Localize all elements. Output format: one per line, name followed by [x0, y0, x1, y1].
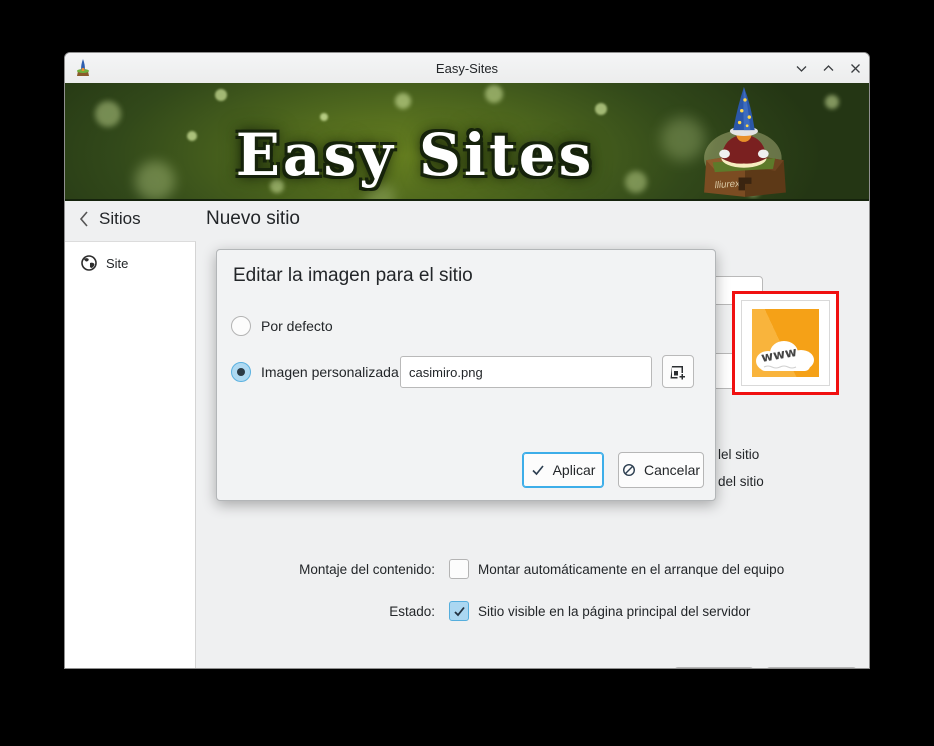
- site-image-thumbnail[interactable]: www: [732, 291, 839, 395]
- dialog-cancel-label: Cancelar: [644, 462, 700, 478]
- apply-button[interactable]: Aplicar: [674, 667, 754, 669]
- cancel-icon: [622, 463, 636, 477]
- image-filename-input[interactable]: [400, 356, 652, 388]
- back-label: Sitios: [99, 209, 141, 229]
- dialog-apply-button[interactable]: Aplicar: [522, 452, 604, 488]
- estado-row: Estado: Sitio visible en la página princ…: [196, 601, 869, 621]
- app-icon: [74, 58, 92, 78]
- mount-row: Montaje del contenido: Montar automática…: [196, 559, 869, 579]
- maximize-icon[interactable]: [820, 60, 836, 76]
- dialog-cancel-button[interactable]: Cancelar: [618, 452, 704, 488]
- mount-checkbox-label: Montar automáticamente en el arranque de…: [469, 562, 784, 577]
- browse-image-button[interactable]: [662, 355, 694, 388]
- app-banner: Easy Sites lliurex: [65, 83, 869, 201]
- radio-custom-image[interactable]: [231, 362, 251, 382]
- close-icon[interactable]: [847, 60, 863, 76]
- edit-image-dialog: Editar la imagen para el sitio Por defec…: [216, 249, 716, 501]
- mount-label: Montaje del contenido:: [196, 562, 449, 577]
- globe-icon: [81, 255, 97, 271]
- radio-custom-label: Imagen personalizada: [261, 364, 399, 380]
- estado-checkbox-label: Sitio visible en la página principal del…: [469, 604, 750, 619]
- titlebar[interactable]: Easy-Sites: [65, 53, 869, 83]
- check-icon: [453, 605, 466, 618]
- bokeh-dot: [215, 89, 227, 101]
- check-icon: [531, 463, 545, 477]
- estado-label: Estado:: [196, 604, 449, 619]
- radio-default-label: Por defecto: [261, 318, 333, 334]
- page-title: Nuevo sitio: [206, 208, 300, 230]
- www-cloud-image: www: [752, 309, 819, 377]
- window-title: Easy-Sites: [65, 61, 869, 76]
- bokeh-dot: [825, 95, 839, 109]
- minimize-icon[interactable]: [793, 60, 809, 76]
- bokeh-dot: [320, 113, 328, 121]
- clipped-label: lel sitio: [718, 447, 759, 462]
- banner-title: Easy Sites: [135, 121, 695, 189]
- wizard-mascot-icon: lliurex: [691, 87, 799, 199]
- sidebar-item-label: Site: [106, 256, 128, 271]
- insert-image-icon: [670, 364, 686, 380]
- sidebar-item-site[interactable]: Site: [65, 242, 195, 271]
- radio-default[interactable]: [231, 316, 251, 336]
- sidebar: Site: [65, 241, 196, 668]
- app-window: Easy-Sites Easy Sites: [64, 52, 870, 669]
- clipped-label: del sitio: [718, 474, 764, 489]
- bokeh-dot: [95, 101, 121, 127]
- bokeh-dot: [395, 93, 411, 109]
- estado-checkbox[interactable]: [449, 601, 469, 621]
- header-row: Sitios Nuevo sitio: [65, 201, 869, 241]
- chevron-left-icon: [78, 210, 90, 228]
- back-button[interactable]: Sitios: [78, 209, 141, 229]
- dialog-title: Editar la imagen para el sitio: [233, 265, 473, 287]
- main-content: lel sitio del sitio www Editar l: [196, 241, 869, 668]
- bokeh-dot: [595, 103, 607, 115]
- mount-checkbox[interactable]: [449, 559, 469, 579]
- cancel-button[interactable]: Cancelar: [766, 667, 857, 669]
- dialog-apply-label: Aplicar: [553, 462, 596, 478]
- thumbnail-frame: www: [741, 300, 830, 386]
- bokeh-dot: [485, 85, 503, 103]
- svg-text:lliurex: lliurex: [714, 178, 741, 191]
